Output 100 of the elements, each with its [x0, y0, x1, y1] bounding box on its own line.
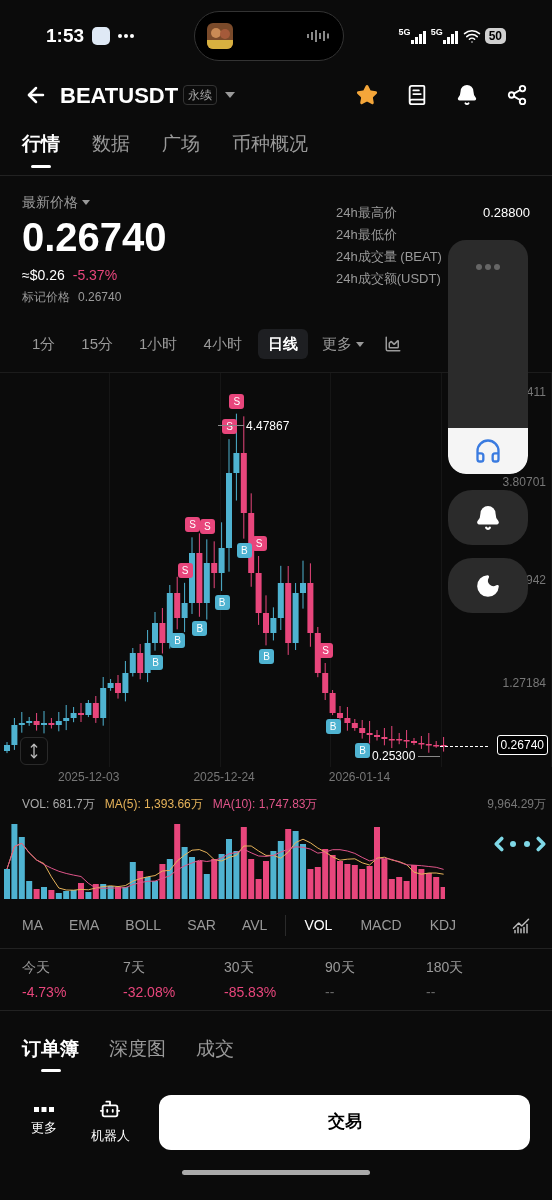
tab[interactable]: KDJ: [429, 915, 457, 936]
stat-label: 24h最高价: [336, 204, 397, 223]
area-chart-icon[interactable]: [383, 335, 402, 353]
headphones-button[interactable]: [448, 428, 528, 474]
interval-tab[interactable]: 4小时: [193, 328, 252, 360]
sell-marker: S: [177, 562, 193, 578]
trade-button[interactable]: 交易: [159, 1094, 530, 1150]
wifi-icon: [462, 27, 481, 45]
ma5-value: MA(5): 1,393.66万: [104, 796, 203, 813]
stat-label: 24h成交量 (BEAT): [336, 248, 442, 267]
action-button[interactable]: 更多: [22, 1106, 66, 1138]
period-change: --: [426, 982, 437, 1002]
date-label: 2026-01-14: [328, 769, 391, 786]
signal-icon: [410, 28, 427, 44]
buy-marker: B: [355, 742, 371, 758]
favorite-star-icon[interactable]: [356, 84, 378, 106]
last-price: 0.26740: [22, 215, 167, 259]
tab[interactable]: 广场: [162, 130, 200, 159]
interval-tab[interactable]: 1小时: [129, 328, 188, 360]
price-label: 最新价格: [22, 193, 78, 212]
stat-value: 0.28800: [483, 204, 530, 223]
stat-label: 24h最低价: [336, 226, 397, 245]
interval-tab[interactable]: 1分: [22, 328, 66, 360]
period-change: -85.83%: [224, 982, 278, 1002]
battery-indicator: 50: [484, 28, 506, 44]
waveform-icon: [307, 29, 332, 43]
bell-button[interactable]: [448, 490, 528, 545]
caret-icon[interactable]: [82, 200, 90, 205]
last-price-tag: 0.26740: [496, 735, 548, 755]
caret-icon[interactable]: [225, 92, 236, 98]
axis-label: 1.27184: [502, 675, 546, 692]
network-label: 5G: [398, 28, 411, 37]
date-label: 2025-12-03: [58, 769, 120, 786]
tab[interactable]: 币种概况: [232, 130, 308, 159]
ma10-value: MA(10): 1,747.83万: [212, 796, 318, 813]
bell-icon[interactable]: [456, 84, 478, 106]
network-label: 5G: [430, 28, 443, 37]
tab[interactable]: 深度图: [109, 1034, 166, 1064]
notebook-icon[interactable]: [406, 84, 428, 106]
period-change: -32.08%: [123, 982, 177, 1002]
tab[interactable]: MACD: [360, 915, 402, 936]
period-label: 180天: [426, 957, 465, 977]
period-label: 今天: [22, 957, 51, 977]
dark-mode-button[interactable]: [448, 558, 528, 613]
expand-button[interactable]: [20, 737, 48, 765]
period-label: 7天: [123, 957, 146, 977]
buy-marker: B: [214, 594, 230, 610]
interval-tab[interactable]: 日线: [257, 328, 308, 360]
period-change: -4.73%: [22, 982, 68, 1002]
period-label: 90天: [325, 957, 356, 977]
tab[interactable]: 订单簿: [22, 1034, 79, 1064]
action-button[interactable]: 机器人: [88, 1098, 132, 1146]
axis-label: 9,964.29万: [487, 796, 546, 813]
moon-icon: [475, 572, 501, 599]
dashed-line: [440, 746, 488, 747]
tab[interactable]: AVL: [241, 915, 268, 936]
leader-line: [218, 425, 244, 426]
contract-badge: 永续: [183, 85, 218, 105]
buy-marker: B: [170, 633, 186, 649]
tab[interactable]: BOLL: [125, 915, 162, 936]
tab[interactable]: 行情: [22, 130, 60, 159]
tab[interactable]: SAR: [187, 915, 216, 936]
tab[interactable]: 成交: [196, 1034, 234, 1064]
share-icon[interactable]: [506, 84, 528, 106]
mark-price-label: 标记价格: [22, 289, 70, 306]
buy-marker: B: [148, 654, 163, 670]
mark-price: 0.26740: [78, 289, 122, 306]
caret-icon: [355, 341, 364, 347]
stat-label: 24h成交额(USDT): [336, 270, 441, 289]
buy-marker: B: [236, 542, 252, 558]
buy-marker: B: [192, 620, 208, 636]
sell-marker: S: [229, 393, 245, 409]
sell-marker: S: [185, 517, 200, 533]
tab[interactable]: MA: [22, 915, 43, 936]
more-icon: [118, 34, 135, 38]
tab-underline: [40, 1069, 61, 1073]
period-label: 30天: [224, 957, 255, 977]
tab-underline: [31, 164, 51, 168]
app-icon: [92, 27, 111, 45]
price-change: -5.37%: [72, 266, 118, 285]
interval-tab[interactable]: 15分: [71, 328, 124, 360]
axis-label: 3.80701: [502, 474, 546, 491]
tab[interactable]: 数据: [92, 130, 130, 159]
symbol-title: BEATUSDT: [60, 81, 179, 110]
more-icon: [34, 1106, 54, 1112]
drag-handle-icon[interactable]: [476, 264, 500, 270]
sell-marker: S: [199, 519, 215, 535]
period-change: --: [325, 982, 336, 1002]
axis-label: 411: [526, 384, 546, 401]
headphones-icon: [474, 437, 502, 465]
more-dropdown[interactable]: 更多: [313, 332, 372, 356]
tab[interactable]: VOL: [304, 915, 333, 936]
low-price-label: 0.25300: [372, 749, 416, 763]
axis-label: 942: [525, 572, 546, 589]
high-price-label: 4.47867: [246, 418, 290, 435]
bell-icon: [475, 504, 501, 531]
indicator-settings-icon[interactable]: [512, 916, 530, 935]
tab[interactable]: EMA: [69, 915, 100, 936]
signal-icon: [442, 28, 459, 44]
leader-line: [418, 756, 440, 757]
